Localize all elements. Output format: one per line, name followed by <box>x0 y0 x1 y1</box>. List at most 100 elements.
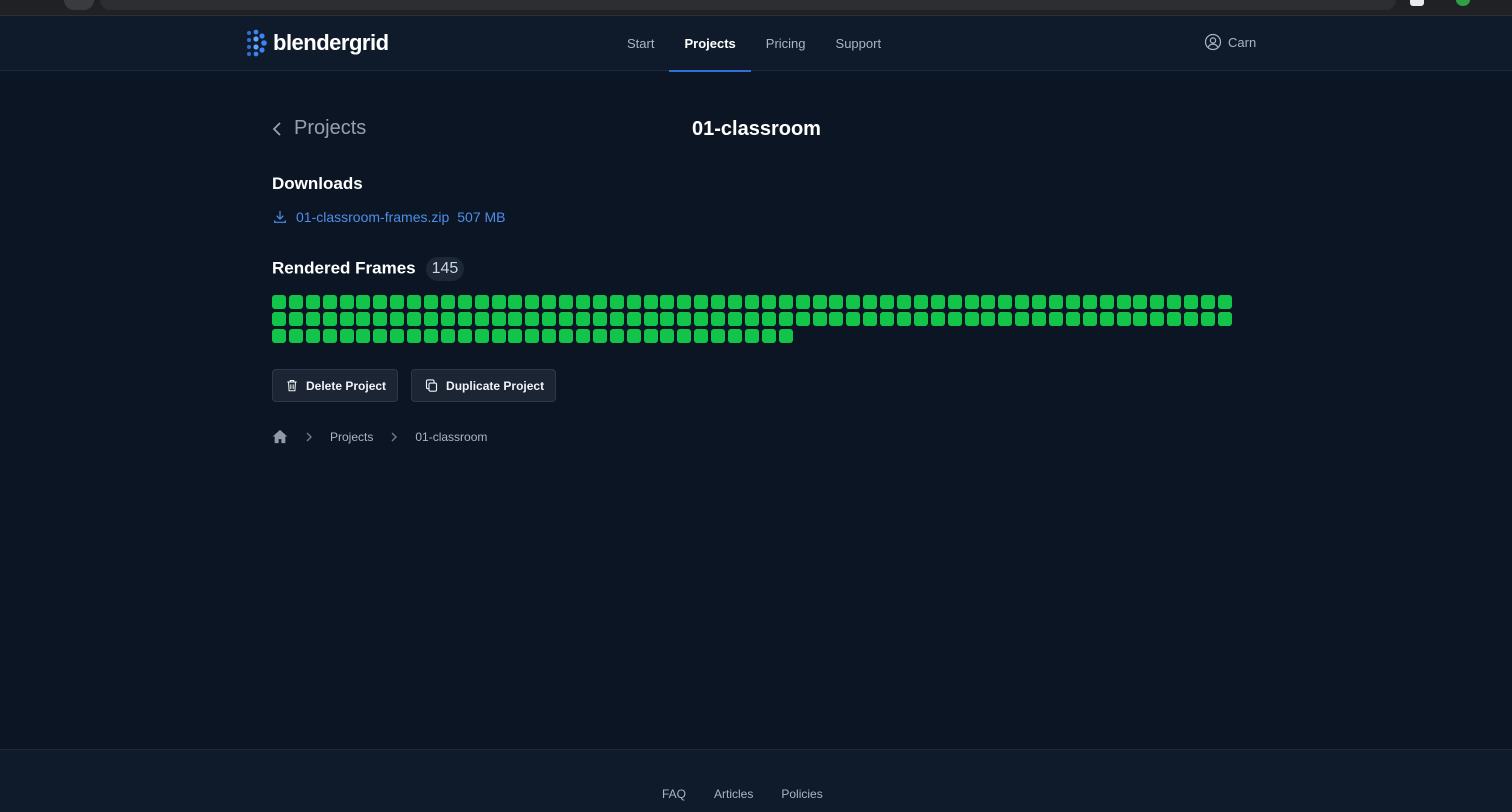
frame-tile[interactable] <box>424 312 439 326</box>
frame-tile[interactable] <box>272 329 286 343</box>
frame-tile[interactable] <box>846 295 861 309</box>
frame-tile[interactable] <box>1150 312 1165 326</box>
frame-tile[interactable] <box>761 312 776 326</box>
frame-tile[interactable] <box>390 329 405 343</box>
frame-tile[interactable] <box>1099 312 1114 326</box>
frame-tile[interactable] <box>609 295 624 309</box>
frame-tile[interactable] <box>559 312 574 326</box>
frame-tile[interactable] <box>508 295 523 309</box>
address-bar[interactable] <box>100 0 1396 10</box>
frame-tile[interactable] <box>322 295 337 309</box>
frame-tile[interactable] <box>964 295 979 309</box>
frame-tile[interactable] <box>677 329 692 343</box>
extension-icon[interactable] <box>1410 0 1424 6</box>
frame-tile[interactable] <box>964 312 979 326</box>
frame-tile[interactable] <box>998 295 1013 309</box>
frame-tile[interactable] <box>728 295 743 309</box>
frame-tile[interactable] <box>711 295 726 309</box>
frame-tile[interactable] <box>559 329 574 343</box>
footer-link-faq[interactable]: FAQ <box>662 787 686 801</box>
frame-tile[interactable] <box>356 312 371 326</box>
frame-tile[interactable] <box>440 295 455 309</box>
frame-tile[interactable] <box>981 312 996 326</box>
frame-tile[interactable] <box>930 312 945 326</box>
frame-tile[interactable] <box>576 312 591 326</box>
frame-tile[interactable] <box>981 295 996 309</box>
frame-tile[interactable] <box>525 329 540 343</box>
frame-tile[interactable] <box>1184 312 1199 326</box>
frame-tile[interactable] <box>542 295 557 309</box>
frame-tile[interactable] <box>626 329 641 343</box>
frame-tile[interactable] <box>643 329 658 343</box>
frame-tile[interactable] <box>744 329 759 343</box>
frame-tile[interactable] <box>305 312 320 326</box>
frame-tile[interactable] <box>491 312 506 326</box>
browser-tab[interactable] <box>64 0 94 10</box>
frame-tile[interactable] <box>930 295 945 309</box>
nav-pricing[interactable]: Pricing <box>751 16 821 71</box>
frame-tile[interactable] <box>829 295 844 309</box>
frame-tile[interactable] <box>390 312 405 326</box>
breadcrumb-item-current[interactable]: 01-classroom <box>415 430 487 444</box>
frame-tile[interactable] <box>1065 312 1080 326</box>
frame-tile[interactable] <box>1133 312 1148 326</box>
frame-tile[interactable] <box>424 295 439 309</box>
frame-tile[interactable] <box>896 295 911 309</box>
frame-tile[interactable] <box>744 312 759 326</box>
frame-tile[interactable] <box>457 329 472 343</box>
frame-tile[interactable] <box>660 329 675 343</box>
frame-tile[interactable] <box>525 295 540 309</box>
frame-tile[interactable] <box>457 312 472 326</box>
frame-tile[interactable] <box>1099 295 1114 309</box>
back-to-projects-link[interactable]: Projects <box>272 117 366 140</box>
frame-tile[interactable] <box>559 295 574 309</box>
frame-tile[interactable] <box>1167 295 1182 309</box>
frame-tile[interactable] <box>1082 295 1097 309</box>
frame-tile[interactable] <box>880 295 895 309</box>
frame-tile[interactable] <box>407 329 422 343</box>
frame-tile[interactable] <box>1167 312 1182 326</box>
frame-tile[interactable] <box>542 329 557 343</box>
frame-tile[interactable] <box>947 312 962 326</box>
frame-tile[interactable] <box>305 329 320 343</box>
frame-tile[interactable] <box>1217 295 1232 309</box>
frame-tile[interactable] <box>913 295 928 309</box>
frame-tile[interactable] <box>1082 312 1097 326</box>
frame-tile[interactable] <box>778 312 793 326</box>
frame-tile[interactable] <box>778 295 793 309</box>
frame-tile[interactable] <box>322 312 337 326</box>
frame-tile[interactable] <box>1048 295 1063 309</box>
frame-tile[interactable] <box>288 295 303 309</box>
frame-tile[interactable] <box>694 312 709 326</box>
frame-tile[interactable] <box>1116 312 1131 326</box>
frame-tile[interactable] <box>694 295 709 309</box>
frame-tile[interactable] <box>1032 295 1047 309</box>
frame-tile[interactable] <box>728 329 743 343</box>
frame-tile[interactable] <box>694 329 709 343</box>
frame-tile[interactable] <box>795 295 810 309</box>
frame-tile[interactable] <box>592 312 607 326</box>
frame-tile[interactable] <box>1116 295 1131 309</box>
frame-tile[interactable] <box>339 295 354 309</box>
frame-tile[interactable] <box>491 295 506 309</box>
frame-tile[interactable] <box>947 295 962 309</box>
frame-tile[interactable] <box>440 329 455 343</box>
footer-link-policies[interactable]: Policies <box>781 787 822 801</box>
delete-project-button[interactable]: Delete Project <box>272 369 399 402</box>
frame-tile[interactable] <box>812 295 827 309</box>
frame-tile[interactable] <box>339 329 354 343</box>
frame-tile[interactable] <box>407 312 422 326</box>
nav-support[interactable]: Support <box>821 16 897 71</box>
nav-projects[interactable]: Projects <box>669 16 752 72</box>
frame-tile[interactable] <box>1015 295 1030 309</box>
frame-tile[interactable] <box>525 312 540 326</box>
frame-tile[interactable] <box>356 329 371 343</box>
frame-tile[interactable] <box>728 312 743 326</box>
frame-tile[interactable] <box>812 312 827 326</box>
frame-tile[interactable] <box>373 329 388 343</box>
frame-tile[interactable] <box>508 329 523 343</box>
frame-tile[interactable] <box>643 295 658 309</box>
frame-tile[interactable] <box>1217 312 1232 326</box>
home-icon[interactable] <box>272 429 288 444</box>
frame-tile[interactable] <box>660 312 675 326</box>
